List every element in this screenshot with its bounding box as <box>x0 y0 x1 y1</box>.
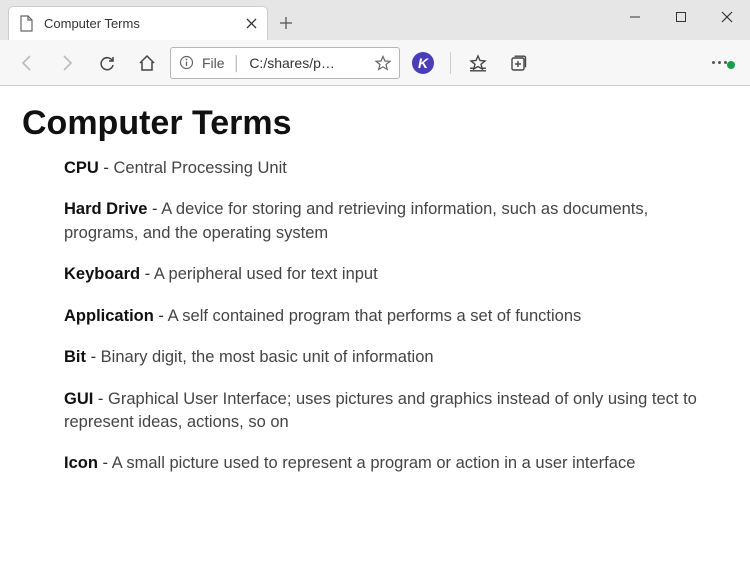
address-separator: │ <box>233 55 242 71</box>
forward-button[interactable] <box>50 46 84 80</box>
term-entry: Application - A self contained program t… <box>64 305 718 328</box>
term-entry: Hard Drive - A device for storing and re… <box>64 198 718 245</box>
term-entry: Icon - A small picture used to represent… <box>64 452 718 475</box>
window-minimize-button[interactable] <box>612 0 658 34</box>
window-maximize-button[interactable] <box>658 0 704 34</box>
term-name: CPU <box>64 159 99 177</box>
term-dash: - <box>93 390 108 408</box>
toolbar-separator <box>450 52 451 74</box>
update-badge-icon <box>727 61 735 69</box>
tab-title: Computer Terms <box>44 16 236 31</box>
term-name: Hard Drive <box>64 200 147 218</box>
term-name: Bit <box>64 348 86 366</box>
term-entry: Bit - Binary digit, the most basic unit … <box>64 346 718 369</box>
home-button[interactable] <box>130 46 164 80</box>
favorite-star-button[interactable] <box>375 55 391 71</box>
term-definition: A peripheral used for text input <box>154 265 378 283</box>
term-definition: Central Processing Unit <box>114 159 287 177</box>
refresh-button[interactable] <box>90 46 124 80</box>
term-definition: A self contained program that performs a… <box>168 307 582 325</box>
collections-button[interactable] <box>501 46 535 80</box>
more-menu-button[interactable] <box>706 46 740 80</box>
term-name: Application <box>64 307 154 325</box>
tab-close-button[interactable] <box>246 18 257 29</box>
term-name: Keyboard <box>64 265 140 283</box>
k-extension-icon: K <box>412 52 434 74</box>
info-icon[interactable] <box>179 55 194 70</box>
term-entry: GUI - Graphical User Interface; uses pic… <box>64 388 718 435</box>
term-entry: Keyboard - A peripheral used for text in… <box>64 263 718 286</box>
extension-button[interactable]: K <box>406 46 440 80</box>
term-name: Icon <box>64 454 98 472</box>
term-definition: A small picture used to represent a prog… <box>112 454 636 472</box>
window-close-button[interactable] <box>704 0 750 34</box>
term-definition: Binary digit, the most basic unit of inf… <box>101 348 434 366</box>
file-icon <box>19 15 34 32</box>
term-entry: CPU - Central Processing Unit <box>64 157 718 180</box>
page-content: Computer Terms CPU - Central Processing … <box>0 86 750 566</box>
term-dash: - <box>147 200 161 218</box>
new-tab-button[interactable] <box>268 6 304 40</box>
address-bar[interactable]: File │ C:/shares/p… <box>170 47 400 79</box>
term-dash: - <box>86 348 101 366</box>
definition-list: CPU - Central Processing Unit Hard Drive … <box>22 157 728 476</box>
address-path: C:/shares/p… <box>249 55 367 71</box>
term-dash: - <box>99 159 114 177</box>
back-button[interactable] <box>10 46 44 80</box>
toolbar: File │ C:/shares/p… K <box>0 40 750 86</box>
term-definition: Graphical User Interface; uses pictures … <box>64 390 697 431</box>
term-dash: - <box>140 265 154 283</box>
browser-tab[interactable]: Computer Terms <box>8 6 268 40</box>
term-dash: - <box>154 307 168 325</box>
page-heading: Computer Terms <box>22 104 728 143</box>
term-name: GUI <box>64 390 93 408</box>
address-protocol: File <box>202 55 225 71</box>
favorites-button[interactable] <box>461 46 495 80</box>
term-dash: - <box>98 454 112 472</box>
